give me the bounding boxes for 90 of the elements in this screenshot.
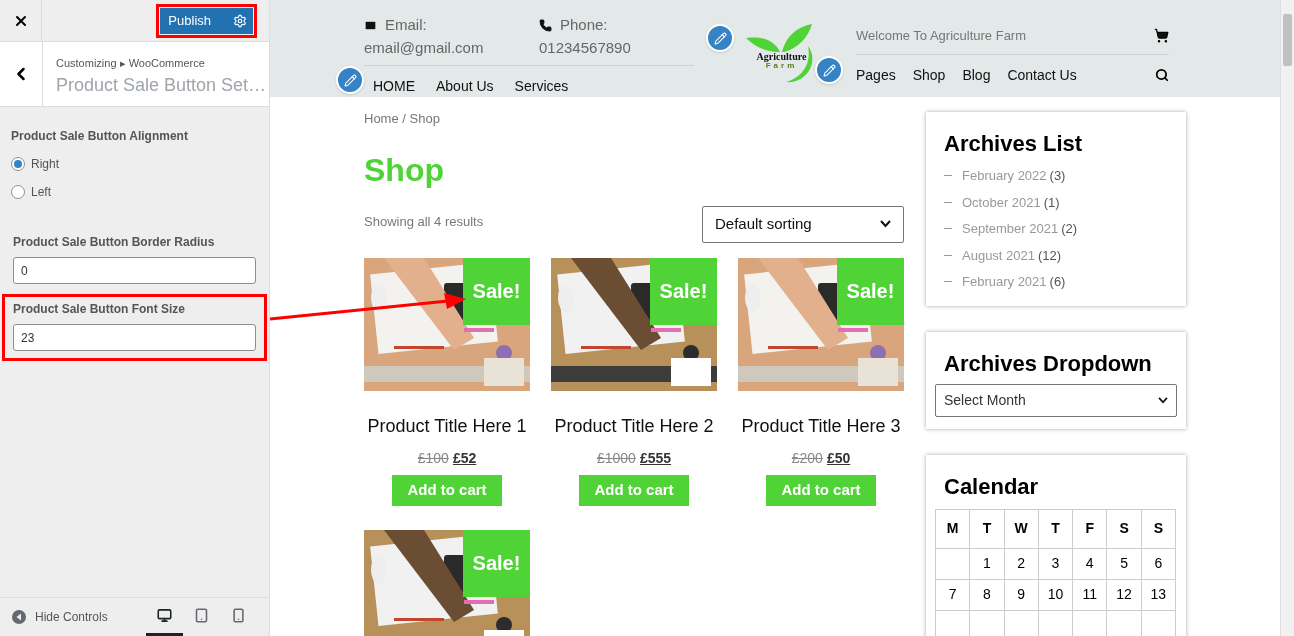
- calendar-day: 1: [969, 548, 1005, 579]
- old-price: £200: [791, 448, 823, 468]
- sale-badge: Sale!: [650, 257, 717, 325]
- radio-label: Right: [31, 156, 59, 173]
- nav-link[interactable]: Services: [514, 76, 569, 97]
- archive-count: (1): [1043, 193, 1060, 212]
- tablet-icon: [194, 607, 209, 623]
- calendar-day: 10: [1038, 579, 1073, 610]
- mobile-icon: [231, 607, 246, 623]
- calendar-day: 11: [1072, 579, 1107, 610]
- search-icon[interactable]: [1155, 68, 1169, 82]
- hide-controls-button[interactable]: Hide Controls: [12, 608, 108, 626]
- weekday-header: T: [969, 509, 1005, 548]
- sorting-dropdown[interactable]: Default sorting: [702, 205, 904, 243]
- archive-count: (2): [1061, 220, 1077, 238]
- desktop-icon: [157, 607, 172, 623]
- sale-price: £52: [452, 448, 477, 468]
- widget-title: Archives Dropdown: [943, 349, 1153, 378]
- calendar-day: 7: [935, 579, 970, 610]
- phone-number[interactable]: 01234567890: [539, 36, 631, 59]
- settings-icon: [233, 13, 247, 28]
- cart-icon[interactable]: [1154, 28, 1169, 44]
- site-logo[interactable]: Agriculture Farm: [741, 22, 822, 86]
- edit-shortcut-button[interactable]: [336, 66, 364, 94]
- calendar-day: 8: [969, 579, 1005, 610]
- pencil-icon: [343, 73, 357, 87]
- text-field[interactable]: 23: [13, 324, 256, 351]
- result-count: Showing all 4 results: [364, 212, 484, 231]
- publish-button[interactable]: Publish: [160, 7, 253, 34]
- product-title[interactable]: Product Title Here 3: [741, 412, 901, 440]
- month-dropdown[interactable]: Select Month: [935, 383, 1177, 417]
- sale-badge: Sale!: [837, 257, 904, 325]
- calendar-day: 3: [1038, 548, 1073, 579]
- product-title[interactable]: Product Title Here 1: [367, 412, 527, 440]
- sale-badge: Sale!: [463, 529, 530, 597]
- nav-link[interactable]: Contact Us: [1007, 64, 1077, 86]
- phone-label: Phone:: [560, 15, 608, 35]
- calendar-day: 6: [1141, 548, 1176, 579]
- sale-badge: Sale!: [463, 257, 530, 325]
- archive-count: (6): [1049, 273, 1066, 291]
- old-price: £100: [417, 448, 449, 468]
- nav-link[interactable]: Blog: [962, 64, 991, 86]
- calendar-day: 9: [1004, 579, 1039, 610]
- control-label: Product Sale Button Font Size: [13, 301, 186, 318]
- radio-label: Left: [31, 184, 51, 201]
- pencil-icon: [822, 63, 836, 77]
- weekday-header: S: [1106, 509, 1142, 548]
- pencil-icon: [713, 31, 727, 45]
- weekday-header: T: [1038, 509, 1073, 548]
- control-label: Product Sale Button Alignment: [11, 128, 189, 145]
- radio-button[interactable]: [11, 157, 25, 171]
- archive-count: (12): [1038, 246, 1062, 265]
- page-title: Shop: [364, 153, 445, 186]
- edit-shortcut-button[interactable]: [706, 24, 734, 52]
- welcome-text: Welcome To Agriculture Farm: [856, 27, 1027, 45]
- breadcrumb: Home / Shop: [364, 110, 441, 128]
- text-field[interactable]: 0: [13, 257, 256, 284]
- nav-link[interactable]: HOME: [373, 76, 415, 97]
- phone-icon: [539, 18, 552, 32]
- product-title[interactable]: Product Title Here 2: [554, 412, 714, 440]
- email-label: Email:: [385, 15, 427, 35]
- calendar-day: 5: [1106, 548, 1142, 579]
- calendar-day: 2: [1004, 548, 1039, 579]
- email-address[interactable]: email@gmail.com: [364, 36, 539, 59]
- weekday-header: S: [1141, 509, 1176, 548]
- weekday-header: M: [935, 509, 970, 548]
- calendar-day: 12: [1106, 579, 1142, 610]
- archive-count: (3): [1049, 167, 1066, 185]
- nav-link[interactable]: Shop: [912, 64, 946, 86]
- mail-icon: [364, 18, 377, 32]
- collapse-icon: [12, 610, 26, 624]
- edit-shortcut-button[interactable]: [815, 56, 843, 84]
- sale-price: £50: [826, 448, 851, 468]
- nav-link[interactable]: Pages: [856, 64, 896, 86]
- nav-link[interactable]: About Us: [436, 76, 494, 97]
- chevron-down-icon: [1158, 396, 1168, 404]
- weekday-header: F: [1072, 509, 1107, 548]
- calendar-day: 13: [1141, 579, 1176, 610]
- weekday-header: W: [1004, 509, 1039, 548]
- calendar-day: 4: [1072, 548, 1107, 579]
- sale-price: £555: [639, 448, 672, 468]
- control-label: Product Sale Button Border Radius: [13, 234, 216, 251]
- old-price: £1000: [596, 448, 636, 468]
- customizer-breadcrumb: Customizing ▸ WooCommerce: [56, 56, 206, 71]
- widget-title: Archives List: [944, 130, 1084, 158]
- section-title: Product Sale Button Set…: [56, 73, 267, 97]
- widget-title: Calendar: [943, 472, 1040, 501]
- radio-button[interactable]: [11, 185, 25, 199]
- scrollbar[interactable]: [1280, 0, 1294, 636]
- chevron-down-icon: [880, 220, 891, 228]
